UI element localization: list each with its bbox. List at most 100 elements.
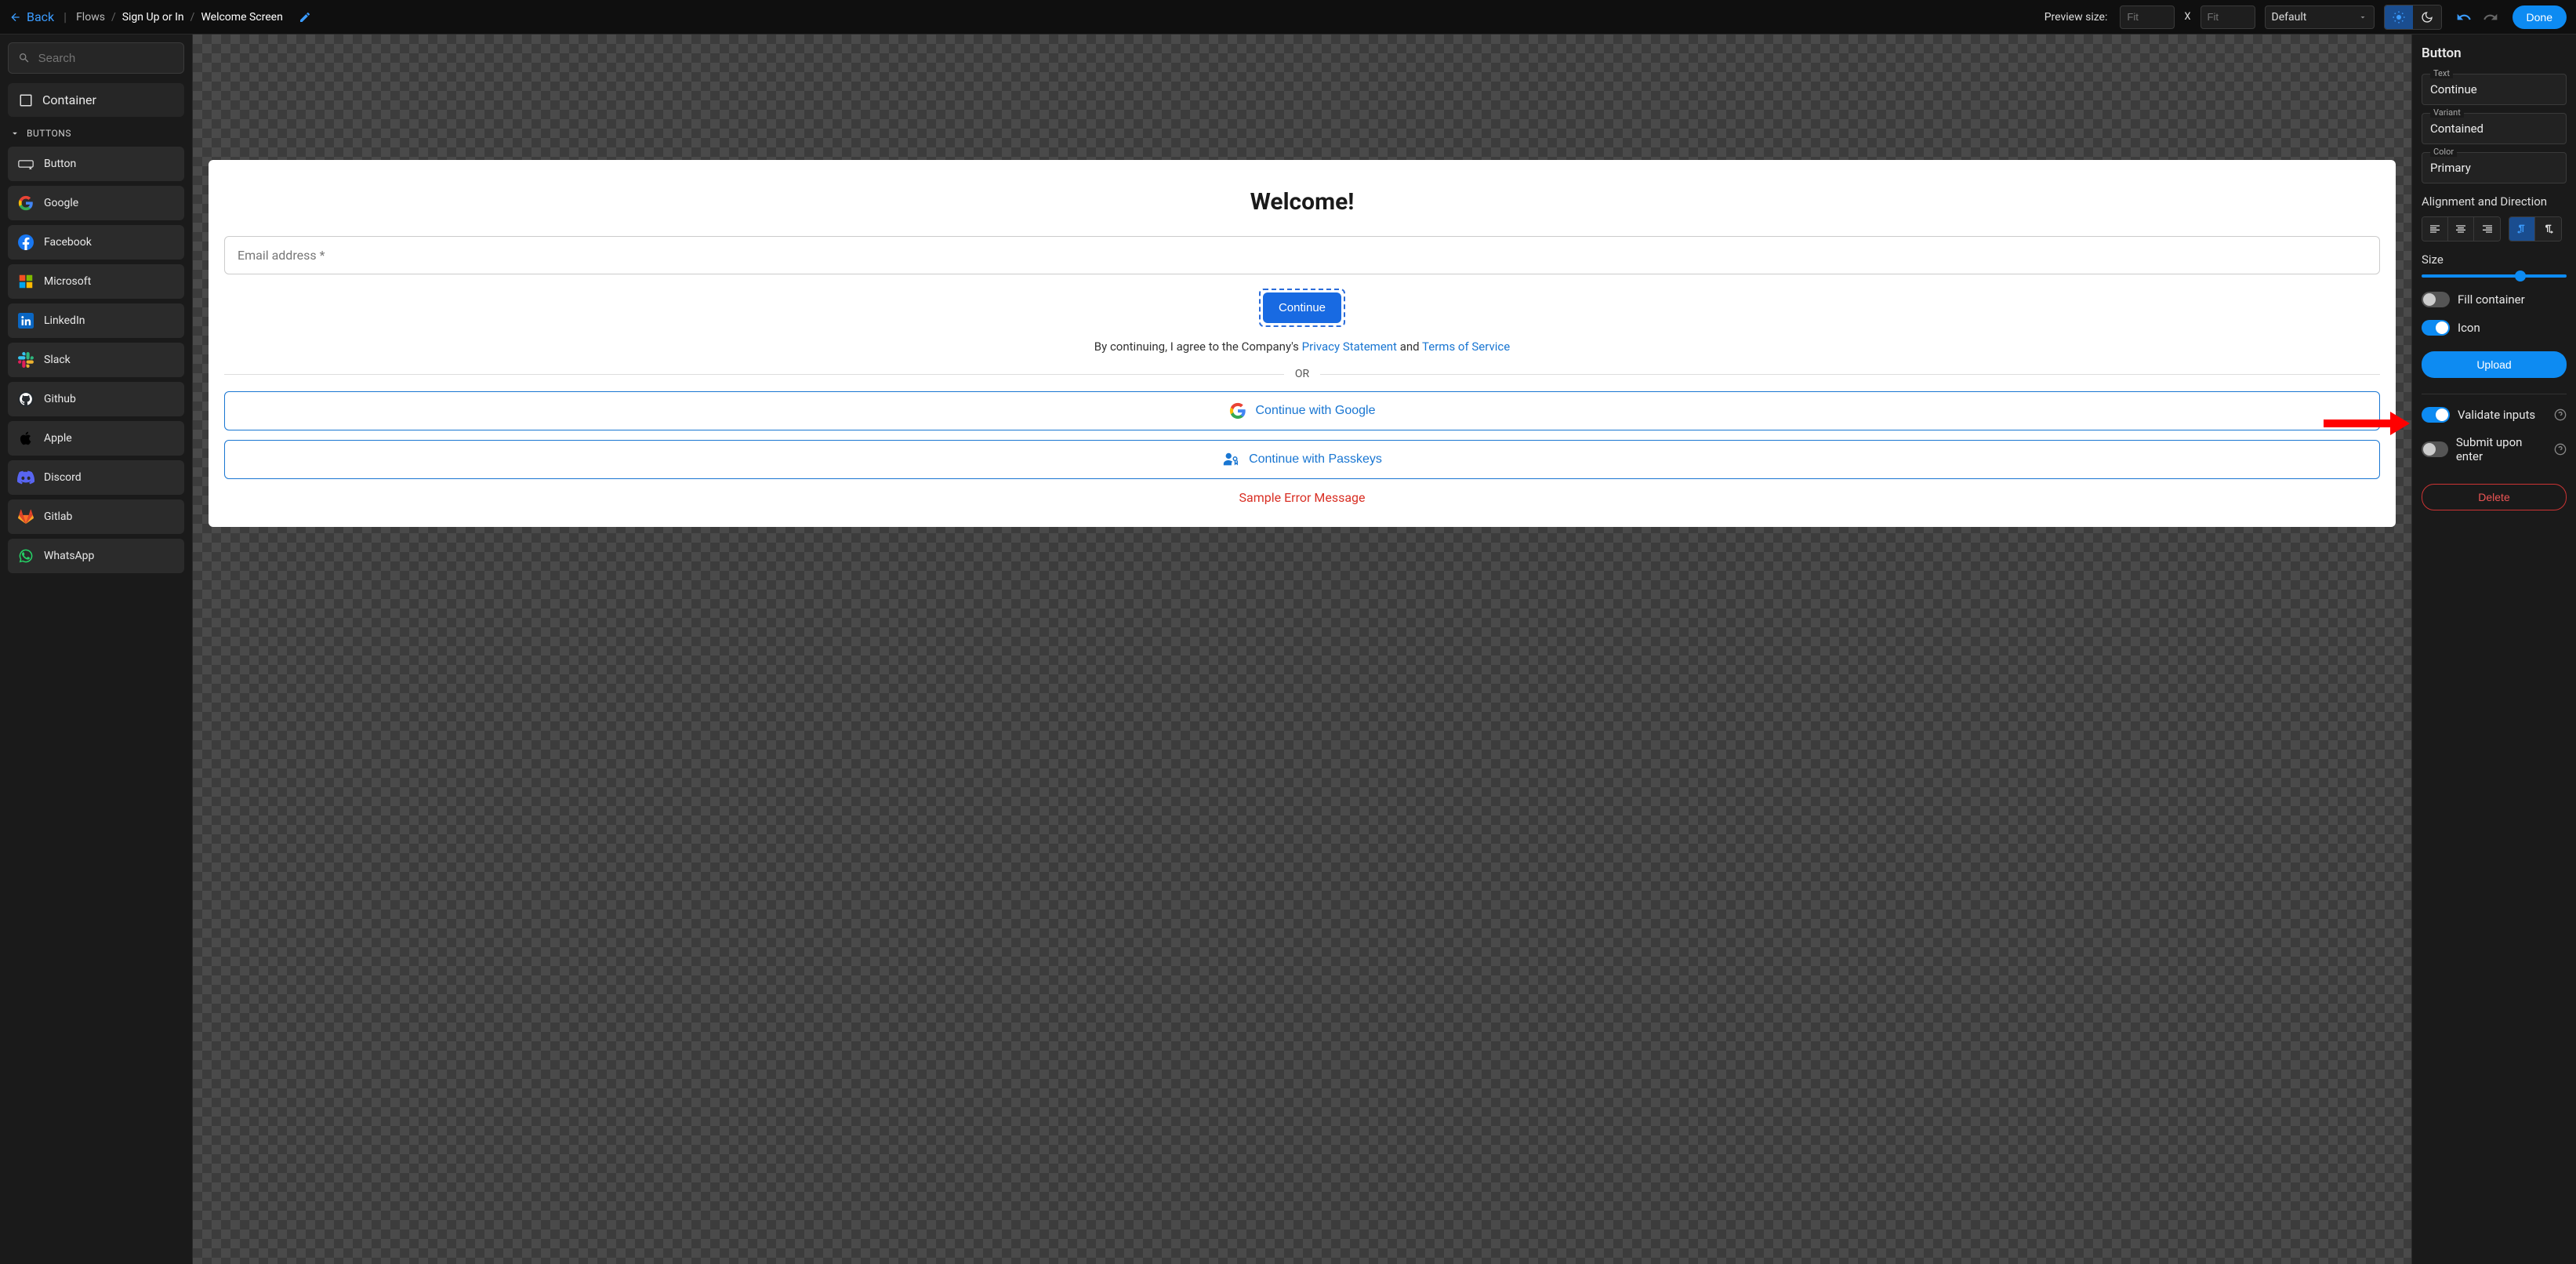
- direction-ltr-button[interactable]: [2509, 217, 2535, 241]
- sun-icon: [2392, 10, 2406, 24]
- variant-label: Variant: [2430, 107, 2464, 118]
- size-label: Size: [2422, 252, 2567, 267]
- breadcrumbs: Flows / Sign Up or In / Welcome Screen: [76, 11, 283, 24]
- edit-icon[interactable]: [299, 11, 311, 24]
- breadcrumb-welcome[interactable]: Welcome Screen: [201, 11, 282, 24]
- text-field[interactable]: Text Continue: [2422, 74, 2567, 105]
- fill-container-toggle[interactable]: [2422, 292, 2450, 307]
- separator: |: [63, 9, 67, 24]
- help-icon[interactable]: [2554, 409, 2567, 421]
- preview-height-input[interactable]: [2200, 5, 2255, 29]
- icon-toggle[interactable]: [2422, 320, 2450, 336]
- palette-item-label: Microsoft: [44, 275, 91, 288]
- variant-field[interactable]: Variant Contained: [2422, 113, 2567, 144]
- or-label: OR: [1295, 368, 1309, 380]
- variant-value: Contained: [2430, 122, 2558, 136]
- privacy-link[interactable]: Privacy Statement: [1302, 340, 1397, 354]
- palette-item-apple[interactable]: Apple: [8, 421, 184, 456]
- palette-item-label: Apple: [44, 432, 72, 445]
- color-label: Color: [2430, 147, 2457, 157]
- direction-group: [2509, 216, 2562, 242]
- palette-item-label: Facebook: [44, 236, 92, 249]
- microsoft-icon: [17, 273, 34, 290]
- icon-row: Icon: [2422, 320, 2567, 336]
- align-center-icon: [2454, 223, 2467, 235]
- color-field[interactable]: Color Primary: [2422, 152, 2567, 183]
- palette-item-microsoft[interactable]: Microsoft: [8, 264, 184, 299]
- alignment-group: [2422, 216, 2501, 242]
- chevron-down-icon: [9, 128, 20, 139]
- selected-element-outline[interactable]: Continue: [1259, 289, 1345, 327]
- text-label: Text: [2430, 68, 2453, 78]
- apple-icon: [17, 430, 34, 447]
- preview-size-label: Preview size:: [2044, 11, 2108, 24]
- palette-item-google[interactable]: Google: [8, 186, 184, 220]
- container-icon: [19, 93, 33, 107]
- alignment-header: Alignment and Direction: [2422, 194, 2567, 209]
- google-icon: [17, 194, 34, 212]
- palette-item-label: Button: [44, 158, 76, 170]
- container-item[interactable]: Container: [8, 83, 184, 117]
- rtl-icon: [2542, 223, 2555, 235]
- topbar: Back | Flows / Sign Up or In / Welcome S…: [0, 0, 2576, 35]
- breadcrumb-signup[interactable]: Sign Up or In: [122, 11, 184, 24]
- align-left-button[interactable]: [2422, 217, 2448, 241]
- palette-item-gitlab[interactable]: Gitlab: [8, 499, 184, 534]
- redo-button[interactable]: [2483, 9, 2498, 25]
- search-input[interactable]: [38, 52, 174, 65]
- search-box[interactable]: [8, 42, 184, 74]
- arrow-left-icon: [9, 11, 22, 24]
- buttons-section-header[interactable]: BUTTONS: [9, 128, 184, 139]
- continue-google-button[interactable]: Continue with Google: [224, 391, 2380, 430]
- theme-light-button[interactable]: [2385, 5, 2413, 29]
- preview-width-input[interactable]: [2120, 5, 2175, 29]
- welcome-heading: Welcome!: [224, 188, 2380, 216]
- email-input[interactable]: Email address *: [224, 236, 2380, 274]
- palette-item-github[interactable]: Github: [8, 382, 184, 416]
- palette-item-label: Slack: [44, 354, 71, 366]
- tos-link[interactable]: Terms of Service: [1422, 340, 1510, 354]
- submit-enter-row: Submit upon enter: [2422, 435, 2567, 463]
- palette-item-discord[interactable]: Discord: [8, 460, 184, 495]
- linkedin-icon: [17, 312, 34, 329]
- align-right-icon: [2481, 223, 2494, 235]
- palette-item-facebook[interactable]: Facebook: [8, 225, 184, 260]
- palette-item-whatsapp[interactable]: WhatsApp: [8, 539, 184, 573]
- align-right-button[interactable]: [2474, 217, 2500, 241]
- upload-button[interactable]: Upload: [2422, 351, 2567, 378]
- validate-inputs-toggle[interactable]: [2422, 407, 2450, 423]
- gitlab-icon: [17, 508, 34, 525]
- align-center-button[interactable]: [2448, 217, 2474, 241]
- palette-item-label: Gitlab: [44, 510, 72, 523]
- redo-icon: [2483, 9, 2498, 25]
- text-value: Continue: [2430, 82, 2558, 96]
- undo-icon: [2456, 9, 2472, 25]
- done-button[interactable]: Done: [2513, 5, 2567, 29]
- fill-container-label: Fill container: [2458, 292, 2525, 307]
- continue-button[interactable]: Continue: [1263, 292, 1341, 323]
- breadcrumb-flows[interactable]: Flows: [76, 11, 105, 24]
- search-icon: [18, 51, 31, 65]
- palette-item-slack[interactable]: Slack: [8, 343, 184, 377]
- submit-enter-toggle[interactable]: [2422, 441, 2448, 457]
- icon-label: Icon: [2458, 321, 2480, 335]
- palette-item-label: Github: [44, 393, 76, 405]
- x-separator: X: [2184, 11, 2190, 23]
- canvas[interactable]: Welcome! Email address * Continue By con…: [193, 35, 2411, 1264]
- continue-passkeys-button[interactable]: Continue with Passkeys: [224, 440, 2380, 479]
- palette-item-linkedin[interactable]: LinkedIn: [8, 303, 184, 338]
- color-value: Primary: [2430, 161, 2558, 175]
- back-button[interactable]: Back: [9, 9, 54, 24]
- palette-item-button[interactable]: Button: [8, 147, 184, 181]
- delete-button[interactable]: Delete: [2422, 484, 2567, 510]
- welcome-screen-card[interactable]: Welcome! Email address * Continue By con…: [209, 160, 2396, 527]
- passkey-icon: [1222, 451, 1239, 468]
- palette-item-label: WhatsApp: [44, 550, 94, 562]
- size-slider[interactable]: [2422, 274, 2567, 278]
- style-select[interactable]: Default: [2265, 5, 2375, 29]
- back-label: Back: [27, 9, 54, 24]
- undo-button[interactable]: [2456, 9, 2472, 25]
- direction-rtl-button[interactable]: [2535, 217, 2561, 241]
- theme-dark-button[interactable]: [2413, 5, 2441, 29]
- help-icon[interactable]: [2554, 443, 2567, 456]
